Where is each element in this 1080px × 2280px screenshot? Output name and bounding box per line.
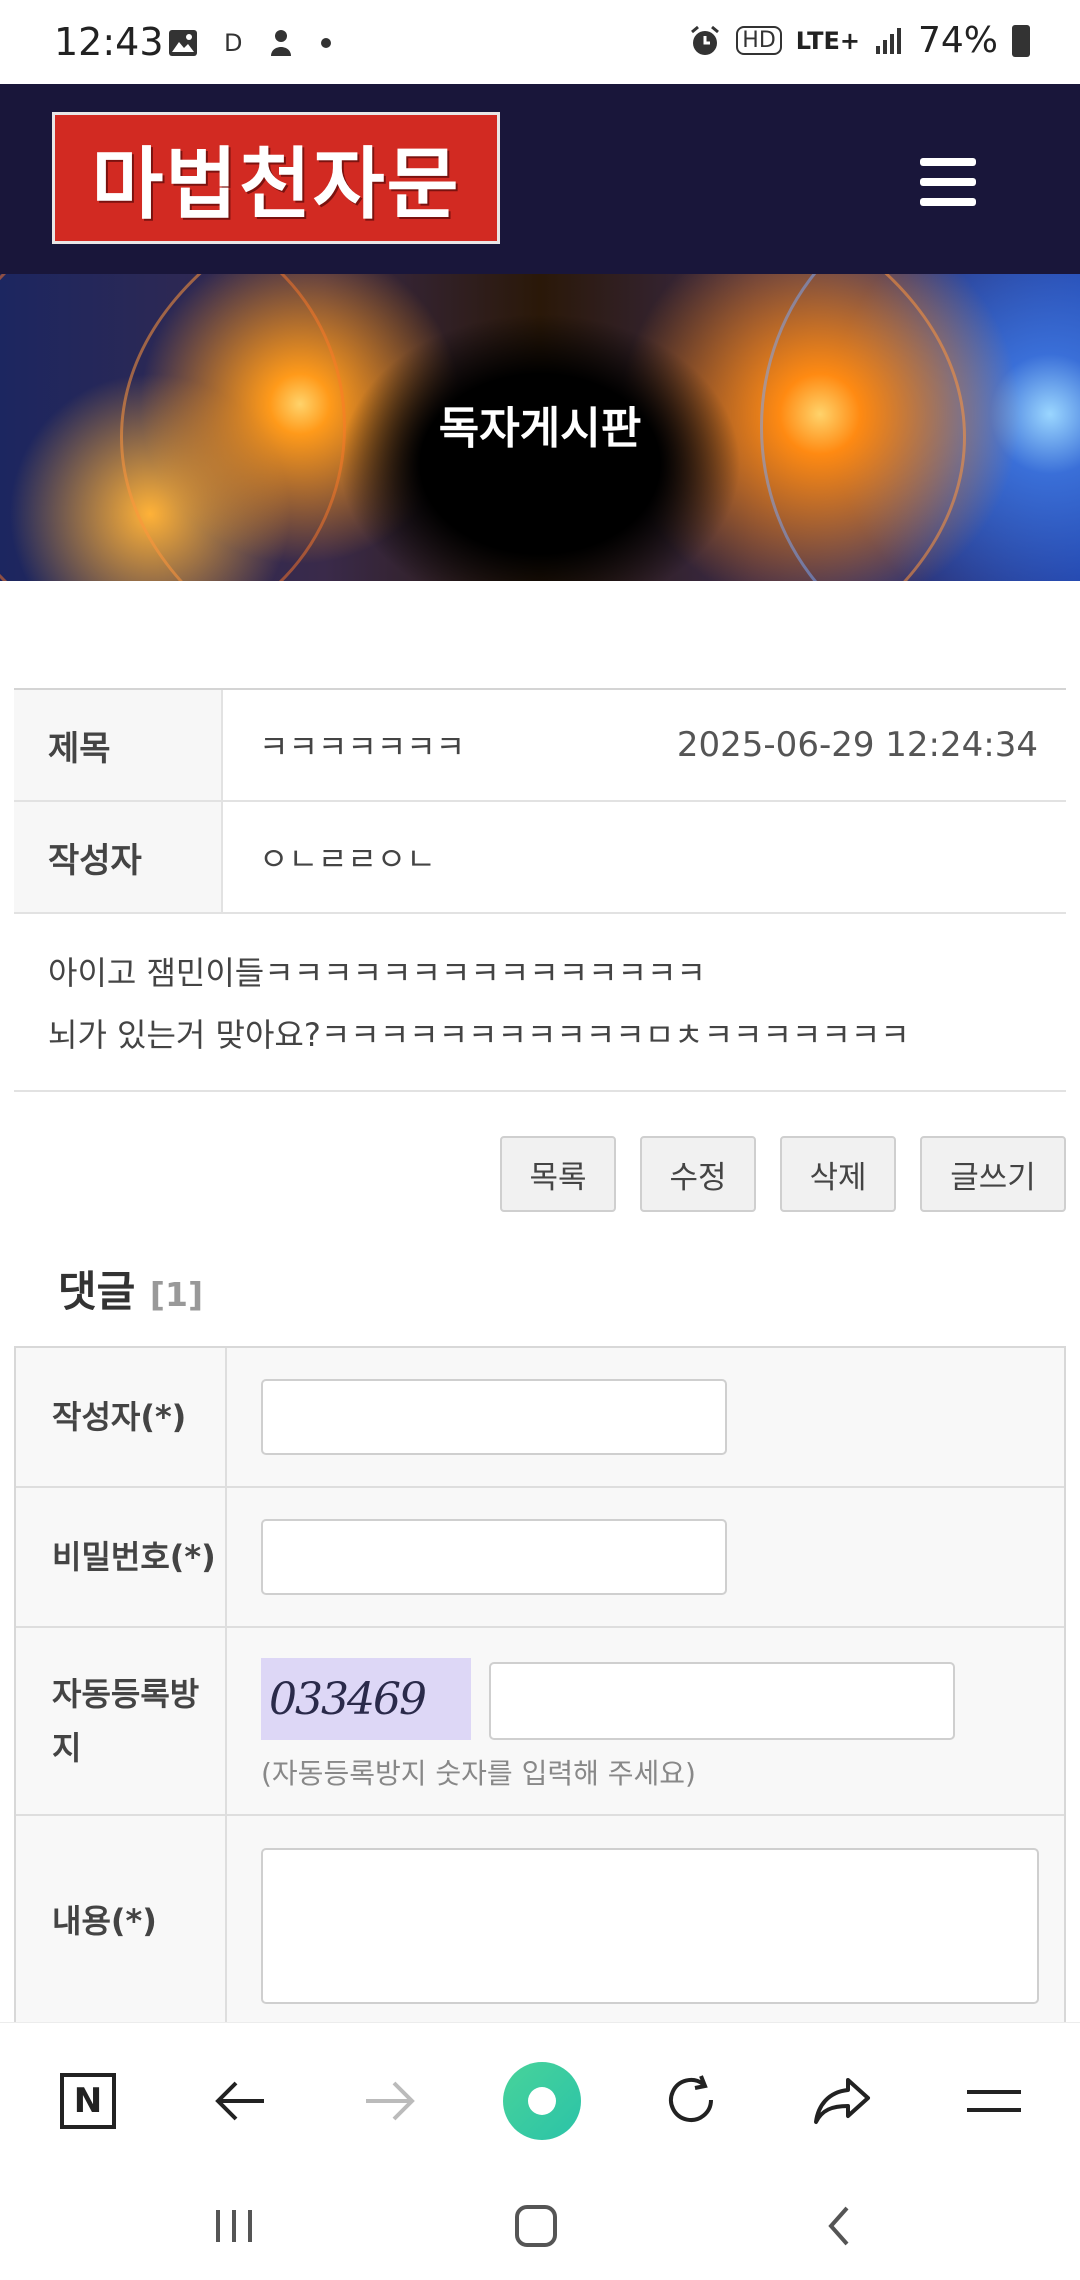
status-system-icons: HD LTE+ 74%: [688, 20, 1030, 61]
post-content-line: 뇌가 있는거 맞아요?ㅋㅋㅋㅋㅋㅋㅋㅋㅋㅋㅋㅁㅊㅋㅋㅋㅋㅋㅋㅋ: [48, 1016, 910, 1054]
app-notification-icon: [271, 30, 292, 56]
back-icon[interactable]: [798, 2196, 878, 2256]
delete-button[interactable]: 삭제: [780, 1136, 896, 1212]
naver-home-icon[interactable]: N: [48, 2061, 128, 2141]
post-author: ㅇㄴㄹㄹㅇㄴ: [259, 840, 436, 878]
comment-author-row: 작성자(*): [16, 1348, 1064, 1488]
forward-arrow-icon[interactable]: [350, 2061, 430, 2141]
browser-toolbar: N: [0, 2022, 1080, 2173]
comments-count: [1]: [149, 1275, 204, 1314]
signal-icon: [875, 27, 901, 54]
comments-title: 댓글: [58, 1267, 136, 1316]
comments-heading: 댓글 [1]: [58, 1258, 203, 1319]
recent-apps-icon[interactable]: [194, 2196, 274, 2256]
home-icon[interactable]: [496, 2196, 576, 2256]
logo-text: 마법천자문: [91, 140, 461, 230]
captcha-label: 자동등록방지: [16, 1628, 227, 1814]
hd-voice-icon: HD: [736, 26, 782, 55]
write-button[interactable]: 글쓰기: [920, 1136, 1066, 1212]
dot-icon: [321, 38, 332, 48]
comment-password-row: 비밀번호(*): [16, 1488, 1064, 1628]
captcha-hint: (자동등록방지 숫자를 입력해 주세요): [261, 1757, 696, 1790]
comment-content-row: 내용(*): [16, 1816, 1064, 2028]
image-icon: [169, 30, 197, 56]
comment-author-input[interactable]: [261, 1379, 727, 1455]
battery-percent: 74%: [917, 20, 998, 61]
status-notification-icons: D: [168, 28, 332, 58]
list-button[interactable]: 목록: [500, 1136, 616, 1212]
comment-password-label: 비밀번호(*): [16, 1488, 227, 1626]
menu-icon[interactable]: [954, 2061, 1034, 2141]
post-content: 아이고 잼민이들ㅋㅋㅋㅋㅋㅋㅋㅋㅋㅋㅋㅋㅋㅋㅋ 뇌가 있는거 맞아요?ㅋㅋㅋㅋㅋ…: [14, 914, 1066, 1092]
refresh-icon[interactable]: [652, 2061, 732, 2141]
alarm-icon: [691, 25, 720, 55]
post-title-row: 제목 ㅋㅋㅋㅋㅋㅋㅋ 2025-06-29 12:24:34: [14, 688, 1066, 802]
comment-form: 작성자(*) 비밀번호(*) 자동등록방지 033469 (자동등록방지 숫자를…: [14, 1346, 1066, 2028]
post-content-line: 아이고 잼민이들ㅋㅋㅋㅋㅋㅋㅋㅋㅋㅋㅋㅋㅋㅋㅋ: [48, 954, 706, 992]
comment-password-input[interactable]: [261, 1519, 727, 1595]
back-arrow-icon[interactable]: [200, 2061, 280, 2141]
edit-button[interactable]: 수정: [640, 1136, 756, 1212]
battery-icon: [1012, 24, 1030, 57]
post-title: ㅋㅋㅋㅋㅋㅋㅋ: [259, 728, 466, 766]
share-icon[interactable]: [802, 2061, 882, 2141]
site-logo[interactable]: 마법천자문: [52, 112, 500, 244]
captcha-row: 자동등록방지 033469 (자동등록방지 숫자를 입력해 주세요): [16, 1628, 1064, 1816]
d-notification-icon: D: [224, 29, 243, 57]
network-type-label: LTE+: [795, 26, 860, 55]
status-bar: 12:43 D HD LTE+ 74%: [0, 0, 1080, 84]
hamburger-menu-icon[interactable]: [920, 158, 976, 206]
status-time: 12:43: [54, 20, 164, 64]
naver-home-label: N: [60, 2073, 116, 2129]
captcha-input[interactable]: [489, 1662, 955, 1740]
author-label: 작성자: [14, 802, 223, 912]
comment-content-label: 내용(*): [16, 1816, 227, 2026]
title-label: 제목: [14, 690, 223, 800]
comment-content-textarea[interactable]: [261, 1848, 1039, 2004]
post-actions: 목록 수정 삭제 글쓰기: [500, 1136, 1066, 1212]
post-date: 2025-06-29 12:24:34: [676, 725, 1038, 765]
site-header: 마법천자문: [0, 84, 1080, 274]
comment-author-label: 작성자(*): [16, 1348, 227, 1486]
page-banner: 독자게시판: [0, 274, 1080, 581]
post-detail: 제목 ㅋㅋㅋㅋㅋㅋㅋ 2025-06-29 12:24:34 작성자 ㅇㄴㄹㄹㅇ…: [14, 688, 1066, 1092]
captcha-image: 033469: [261, 1658, 471, 1740]
green-dot-icon[interactable]: [502, 2061, 582, 2141]
page-title: 독자게시판: [438, 403, 642, 454]
system-navigation-bar: [0, 2172, 1080, 2280]
post-author-row: 작성자 ㅇㄴㄹㄹㅇㄴ: [14, 802, 1066, 914]
title-cell: ㅋㅋㅋㅋㅋㅋㅋ 2025-06-29 12:24:34: [223, 690, 1066, 800]
